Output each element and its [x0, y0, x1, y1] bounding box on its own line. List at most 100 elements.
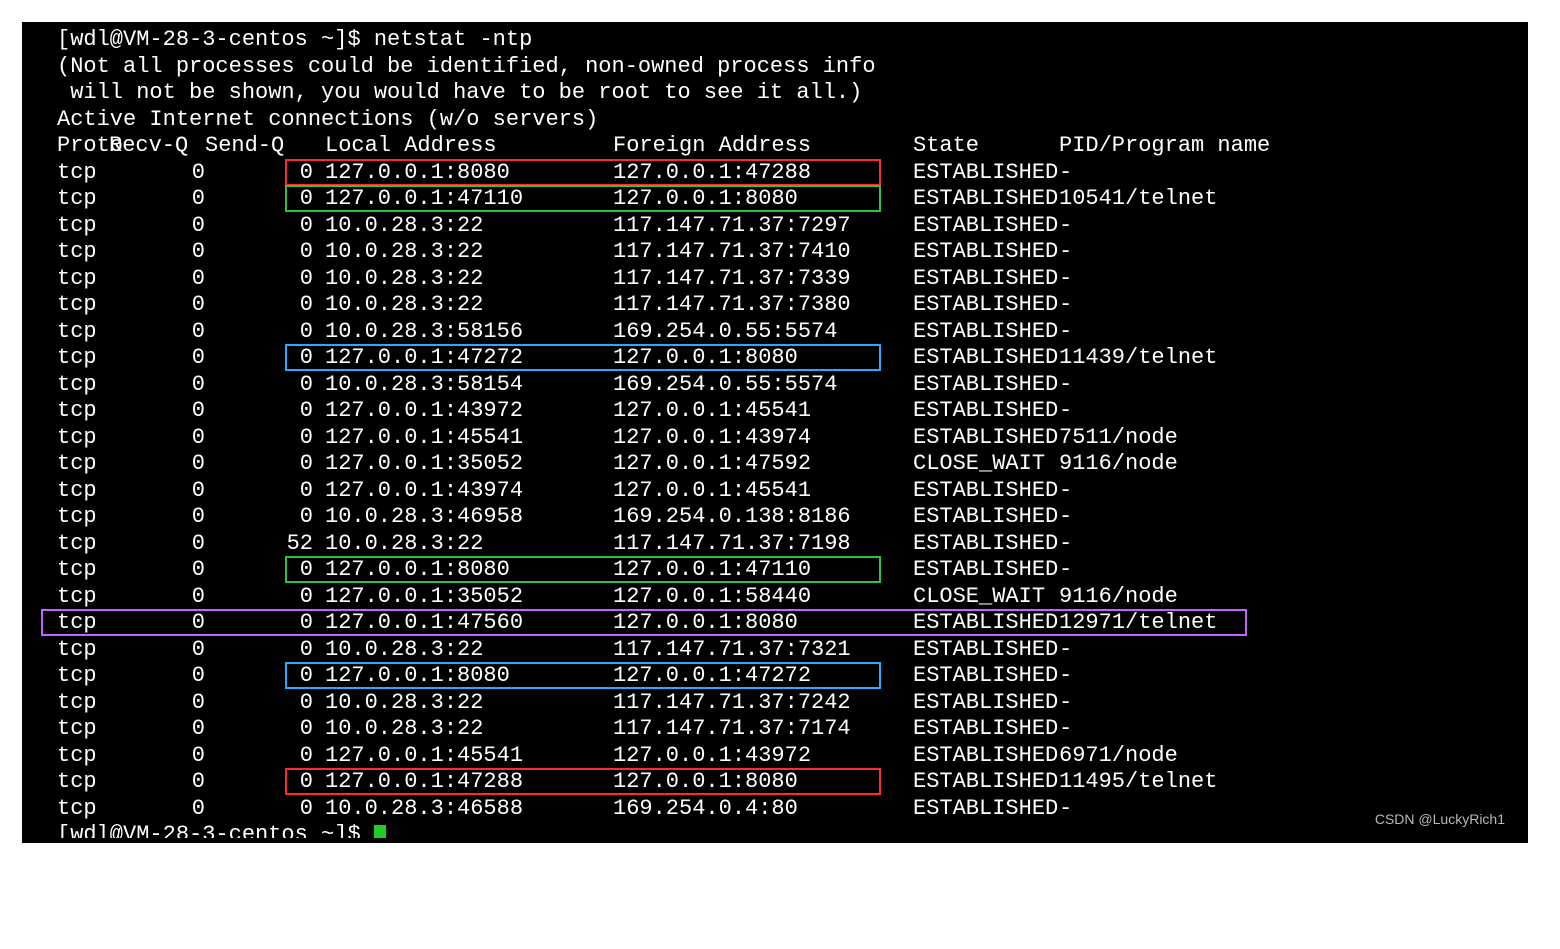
- cell-pid: -: [1059, 690, 1072, 717]
- hdr-pid: PID/Program name: [1059, 133, 1270, 160]
- cell-state: ESTABLISHED: [913, 292, 1059, 319]
- cell-foreign: 127.0.0.1:45541: [613, 398, 913, 425]
- cell-sendq: 0: [205, 451, 313, 478]
- cell-local: 127.0.0.1:35052: [313, 584, 613, 611]
- table-row: tcp0010.0.28.3:58156169.254.0.55:5574EST…: [57, 319, 1525, 346]
- cell-sendq: 0: [205, 345, 313, 372]
- cell-sendq: 0: [205, 610, 313, 637]
- cell-pid: -: [1059, 663, 1072, 690]
- cell-proto: tcp: [57, 425, 105, 452]
- cell-pid: -: [1059, 266, 1072, 293]
- table-row: tcp00127.0.0.1:45541127.0.0.1:43972ESTAB…: [57, 743, 1525, 770]
- cell-proto: tcp: [57, 292, 105, 319]
- cell-state: ESTABLISHED: [913, 637, 1059, 664]
- terminal-line: [wdl@VM-28-3-centos ~]$ netstat -ntp: [57, 27, 1525, 54]
- cell-sendq: 0: [205, 213, 313, 240]
- cell-state: ESTABLISHED: [913, 239, 1059, 266]
- cell-pid: -: [1059, 213, 1072, 240]
- cell-local: 127.0.0.1:8080: [313, 557, 613, 584]
- cell-foreign: 117.147.71.37:7297: [613, 213, 913, 240]
- cell-foreign: 127.0.0.1:47592: [613, 451, 913, 478]
- cell-pid: -: [1059, 796, 1072, 823]
- cell-local: 127.0.0.1:47110: [313, 186, 613, 213]
- table-row: tcp00127.0.0.1:47110127.0.0.1:8080ESTABL…: [57, 186, 1525, 213]
- cell-proto: tcp: [57, 239, 105, 266]
- cell-state: ESTABLISHED: [913, 796, 1059, 823]
- cell-pid: -: [1059, 637, 1072, 664]
- cell-recvq: 0: [105, 637, 205, 664]
- cell-sendq: 0: [205, 292, 313, 319]
- cell-foreign: 127.0.0.1:43974: [613, 425, 913, 452]
- cell-proto: tcp: [57, 372, 105, 399]
- cell-foreign: 169.254.0.4:80: [613, 796, 913, 823]
- cell-sendq: 0: [205, 266, 313, 293]
- table-row: tcp05210.0.28.3:22117.147.71.37:7198ESTA…: [57, 531, 1525, 558]
- cell-local: 10.0.28.3:22: [313, 213, 613, 240]
- cell-local: 127.0.0.1:35052: [313, 451, 613, 478]
- cell-local: 10.0.28.3:22: [313, 716, 613, 743]
- cell-state: ESTABLISHED: [913, 716, 1059, 743]
- info-text: Active Internet connections (w/o servers…: [57, 107, 598, 132]
- cursor-icon: [374, 825, 386, 838]
- cell-foreign: 117.147.71.37:7321: [613, 637, 913, 664]
- terminal-line: will not be shown, you would have to be …: [57, 80, 1525, 107]
- cell-proto: tcp: [57, 451, 105, 478]
- cell-state: ESTABLISHED: [913, 266, 1059, 293]
- cell-sendq: 0: [205, 769, 313, 796]
- table-row: tcp0010.0.28.3:22117.147.71.37:7410ESTAB…: [57, 239, 1525, 266]
- cell-local: 127.0.0.1:45541: [313, 743, 613, 770]
- cell-foreign: 127.0.0.1:47272: [613, 663, 913, 690]
- cell-state: ESTABLISHED: [913, 345, 1059, 372]
- cell-proto: tcp: [57, 504, 105, 531]
- cell-local: 10.0.28.3:58156: [313, 319, 613, 346]
- cell-local: 10.0.28.3:22: [313, 690, 613, 717]
- cell-foreign: 127.0.0.1:8080: [613, 610, 913, 637]
- cell-recvq: 0: [105, 425, 205, 452]
- cell-proto: tcp: [57, 319, 105, 346]
- table-row: tcp0010.0.28.3:22117.147.71.37:7297ESTAB…: [57, 213, 1525, 240]
- table-row: tcp00127.0.0.1:43972127.0.0.1:45541ESTAB…: [57, 398, 1525, 425]
- cell-foreign: 127.0.0.1:8080: [613, 769, 913, 796]
- cell-sendq: 0: [205, 663, 313, 690]
- cell-local: 127.0.0.1:47560: [313, 610, 613, 637]
- table-row: tcp0010.0.28.3:22117.147.71.37:7321ESTAB…: [57, 637, 1525, 664]
- cell-recvq: 0: [105, 769, 205, 796]
- cell-proto: tcp: [57, 345, 105, 372]
- cell-proto: tcp: [57, 398, 105, 425]
- cell-pid: -: [1059, 557, 1072, 584]
- hdr-foreign: Foreign Address: [613, 133, 913, 160]
- cell-foreign: 127.0.0.1:45541: [613, 478, 913, 505]
- cell-state: ESTABLISHED: [913, 319, 1059, 346]
- cell-local: 10.0.28.3:58154: [313, 372, 613, 399]
- cell-foreign: 127.0.0.1:47288: [613, 160, 913, 187]
- cell-proto: tcp: [57, 743, 105, 770]
- cell-pid: -: [1059, 398, 1072, 425]
- cell-proto: tcp: [57, 690, 105, 717]
- table-row: tcp00127.0.0.1:47560127.0.0.1:8080ESTABL…: [57, 610, 1525, 637]
- cell-state: ESTABLISHED: [913, 690, 1059, 717]
- cell-sendq: 0: [205, 743, 313, 770]
- cell-foreign: 127.0.0.1:8080: [613, 186, 913, 213]
- cell-foreign: 117.147.71.37:7339: [613, 266, 913, 293]
- cell-recvq: 0: [105, 716, 205, 743]
- cell-foreign: 117.147.71.37:7242: [613, 690, 913, 717]
- table-row: tcp00127.0.0.1:35052127.0.0.1:58440CLOSE…: [57, 584, 1525, 611]
- cell-recvq: 0: [105, 743, 205, 770]
- cell-pid: 10541/telnet: [1059, 186, 1217, 213]
- cell-pid: -: [1059, 716, 1072, 743]
- cell-state: ESTABLISHED: [913, 531, 1059, 558]
- cell-sendq: 52: [205, 531, 313, 558]
- cell-sendq: 0: [205, 716, 313, 743]
- table-row: tcp00127.0.0.1:8080127.0.0.1:47272ESTABL…: [57, 663, 1525, 690]
- cell-pid: -: [1059, 478, 1072, 505]
- watermark: CSDN @LuckyRich1: [1375, 806, 1505, 833]
- terminal-window[interactable]: [wdl@VM-28-3-centos ~]$ netstat -ntp(Not…: [22, 22, 1528, 843]
- cell-foreign: 127.0.0.1:47110: [613, 557, 913, 584]
- cell-recvq: 0: [105, 398, 205, 425]
- cell-pid: 12971/telnet: [1059, 610, 1217, 637]
- cell-foreign: 127.0.0.1:8080: [613, 345, 913, 372]
- cell-proto: tcp: [57, 213, 105, 240]
- cell-proto: tcp: [57, 796, 105, 823]
- hdr-proto: Proto: [57, 133, 105, 160]
- cell-sendq: 0: [205, 690, 313, 717]
